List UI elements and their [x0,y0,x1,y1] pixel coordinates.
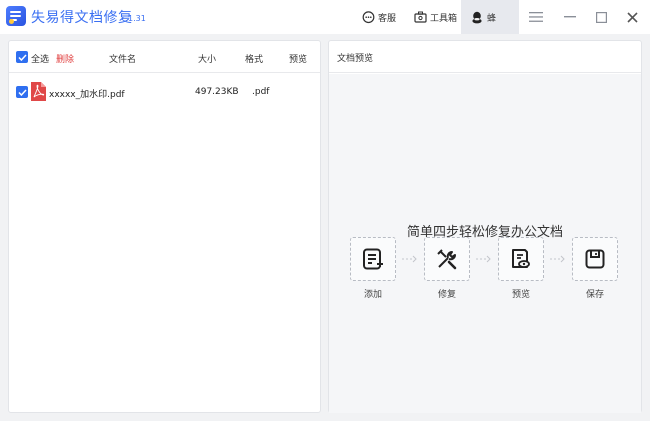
step-repair: 修复 [424,237,470,300]
close-icon [626,11,638,23]
maximize-button[interactable] [591,7,611,27]
pdf-file-icon [31,82,46,101]
preview-title: 文档预览 [329,41,641,73]
file-list-header: 全选 删除 文件名 大小 格式 预览 [9,41,320,73]
step-repair-label: 修复 [437,290,456,300]
checkmark-icon [17,88,27,96]
title-bar: 失易得文档修复 1.31 客服 工具箱 蜂 [0,0,650,34]
column-header-size: 大小 [198,55,217,65]
user-account[interactable]: 蜂 [461,0,519,34]
customer-service-button[interactable]: 客服 [362,8,396,26]
qq-avatar-icon [472,11,482,23]
file-list-panel: 全选 删除 文件名 大小 格式 预览 xxxxx_加水印.pdf 497.23K… [8,40,321,413]
step-repair-box [424,237,470,281]
customer-service-label: 客服 [378,13,397,24]
add-document-icon [363,248,383,270]
user-name: 蜂 [487,13,497,24]
app-version: 1.31 [128,14,146,23]
minimize-icon [564,16,576,18]
toolbox-label: 工具箱 [430,13,458,24]
step-preview: 预览 [498,237,544,300]
step-add: 添加 [350,237,396,300]
file-format: .pdf [252,87,270,97]
step-preview-label: 预览 [511,290,530,300]
close-button[interactable] [622,7,642,27]
app-logo-icon [6,6,26,26]
step-save: 保存 [572,237,618,300]
maximize-icon [595,11,607,23]
toolbox-icon [414,11,427,23]
save-disk-icon [585,249,605,269]
repair-tools-icon [437,249,457,270]
column-header-name: 文件名 [109,55,137,65]
file-size: 497.23KB [195,87,239,97]
file-row[interactable]: xxxxx_加水印.pdf 497.23KB .pdf [9,81,320,103]
app-title: 失易得文档修复 [31,10,133,26]
preview-document-icon [512,249,530,268]
minimize-button[interactable] [560,7,580,27]
step-add-label: 添加 [363,290,382,300]
select-all-checkbox[interactable] [16,51,28,63]
hamburger-menu-icon [529,12,543,22]
column-header-preview: 预览 [289,55,308,65]
menu-button[interactable] [526,7,546,27]
step-preview-box [498,237,544,281]
step-save-box [572,237,618,281]
toolbox-button[interactable]: 工具箱 [414,8,457,26]
delete-button[interactable]: 删除 [56,52,74,65]
preview-area: 简单四步轻松修复办公文档 添加 修复 预览 保存 [329,74,641,413]
select-all-label[interactable]: 全选 [31,52,49,65]
arrow-right-icon [550,255,565,263]
preview-panel: 文档预览 简单四步轻松修复办公文档 添加 修复 预览 保存 [328,40,642,413]
file-row-checkbox[interactable] [16,86,28,98]
column-header-format: 格式 [245,55,264,65]
file-name: xxxxx_加水印.pdf [49,90,125,100]
arrow-right-icon [476,255,491,263]
arrow-right-icon [402,255,417,263]
step-add-box [350,237,396,281]
checkmark-icon [17,53,27,61]
chat-bubble-icon [362,10,375,23]
step-save-label: 保存 [585,290,604,300]
